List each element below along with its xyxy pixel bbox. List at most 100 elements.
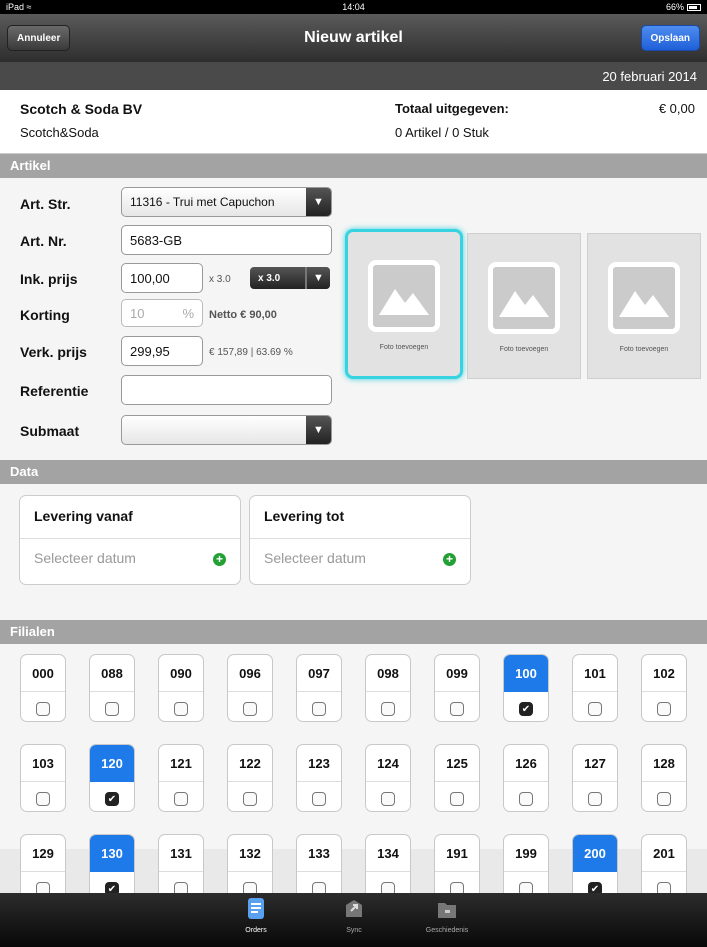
branch-tile[interactable]: 130 ✔ (89, 834, 135, 902)
battery-indicator: 66% (666, 2, 701, 12)
branch-checkbox[interactable] (450, 702, 464, 716)
branch-tile[interactable]: 199 (503, 834, 549, 902)
referentie-label: Referentie (20, 383, 89, 399)
chevron-down-icon: ▼ (306, 416, 331, 444)
branch-code: 132 (228, 835, 272, 872)
branch-checkbox[interactable] (381, 702, 395, 716)
add-photo-button[interactable]: Foto toevoegen (587, 233, 701, 379)
branch-tile[interactable]: 129 (20, 834, 66, 902)
branch-tile[interactable]: 122 (227, 744, 273, 812)
branch-code: 097 (297, 655, 341, 692)
save-button[interactable]: Opslaan (640, 25, 700, 51)
branch-checkbox[interactable] (588, 702, 602, 716)
tab-orders[interactable]: Orders (221, 897, 291, 934)
branch-checkbox[interactable] (174, 792, 188, 806)
branch-tile[interactable]: 098 (365, 654, 411, 722)
branch-code: 102 (642, 655, 686, 692)
branch-tile[interactable]: 200 ✔ (572, 834, 618, 902)
tab-geschiedenis[interactable]: Geschiedenis (412, 897, 482, 934)
branch-checkbox[interactable] (312, 792, 326, 806)
branch-tile[interactable]: 100 ✔ (503, 654, 549, 722)
branch-tile[interactable]: 201 (641, 834, 687, 902)
branch-checkbox[interactable] (657, 792, 671, 806)
branch-code: 122 (228, 745, 272, 782)
total-label: Totaal uitgegeven: (395, 101, 509, 116)
branch-tile[interactable]: 121 (158, 744, 204, 812)
order-header: Scotch & Soda BV Scotch&Soda Totaal uitg… (0, 90, 707, 154)
branch-code: 098 (366, 655, 410, 692)
branch-tile[interactable]: 124 (365, 744, 411, 812)
brand-name: Scotch&Soda (20, 125, 99, 140)
branch-checkbox[interactable] (519, 792, 533, 806)
submaat-select[interactable]: ▼ (121, 415, 332, 445)
delivery-from-value[interactable]: Selecteer datum + (20, 539, 240, 566)
branch-checkbox[interactable] (105, 702, 119, 716)
sync-icon (346, 900, 362, 917)
verk-prijs-field[interactable]: 299,95 (121, 336, 203, 366)
branch-tile[interactable]: 134 (365, 834, 411, 902)
branch-checkbox[interactable] (174, 702, 188, 716)
branch-checkbox[interactable] (381, 792, 395, 806)
delivery-to-value[interactable]: Selecteer datum + (250, 539, 470, 566)
branch-code: 000 (21, 655, 65, 692)
page-title: Nieuw artikel (304, 29, 403, 46)
branch-checkbox[interactable] (243, 792, 257, 806)
branch-checkbox[interactable] (312, 702, 326, 716)
art-nr-label: Art. Nr. (20, 233, 67, 249)
branch-grid: 000 088 090 096 097 098 099 100 ✔ 101 102 103 120 ✔ 12… (0, 644, 707, 902)
cancel-button[interactable]: Annuleer (7, 25, 71, 51)
branch-code: 127 (573, 745, 617, 782)
art-str-label: Art. Str. (20, 196, 71, 212)
multiplier-select[interactable]: x 3.0 ▼ (250, 267, 330, 289)
korting-field[interactable]: 10% (121, 299, 203, 327)
margin-info: € 157,89 | 63.69 % (209, 347, 293, 358)
branch-tile[interactable]: 101 (572, 654, 618, 722)
art-nr-field[interactable]: 5683-GB (121, 225, 332, 255)
branch-tile[interactable]: 097 (296, 654, 342, 722)
branch-code: 121 (159, 745, 203, 782)
branch-tile[interactable]: 131 (158, 834, 204, 902)
branch-code: 090 (159, 655, 203, 692)
art-str-select[interactable]: 11316 - Trui met Capuchon ▼ (121, 187, 332, 217)
branch-checkbox[interactable] (243, 702, 257, 716)
branch-tile[interactable]: 126 (503, 744, 549, 812)
add-icon[interactable]: + (443, 553, 456, 566)
branch-tile[interactable]: 123 (296, 744, 342, 812)
branch-checkbox[interactable] (36, 792, 50, 806)
tab-sync[interactable]: Sync (319, 897, 389, 934)
branch-tile[interactable]: 103 (20, 744, 66, 812)
item-count: 0 Artikel / 0 Stuk (395, 125, 489, 140)
add-photo-button[interactable]: Foto toevoegen (345, 229, 463, 379)
branch-tile[interactable]: 088 (89, 654, 135, 722)
branch-code: 201 (642, 835, 686, 872)
branch-tile[interactable]: 125 (434, 744, 480, 812)
branch-tile[interactable]: 127 (572, 744, 618, 812)
branch-checkbox[interactable] (588, 792, 602, 806)
branch-tile[interactable]: 000 (20, 654, 66, 722)
add-photo-button[interactable]: Foto toevoegen (467, 233, 581, 379)
branch-tile[interactable]: 120 ✔ (89, 744, 135, 812)
branch-checkbox[interactable] (657, 702, 671, 716)
referentie-field[interactable] (121, 375, 332, 405)
delivery-to-card[interactable]: Levering tot Selecteer datum + (249, 495, 471, 585)
branch-tile[interactable]: 090 (158, 654, 204, 722)
branch-checkbox[interactable]: ✔ (519, 702, 533, 716)
branch-checkbox[interactable] (450, 792, 464, 806)
image-placeholder-icon (488, 262, 560, 334)
branch-tile[interactable]: 096 (227, 654, 273, 722)
branch-tile[interactable]: 128 (641, 744, 687, 812)
branch-tile[interactable]: 099 (434, 654, 480, 722)
branch-checkbox[interactable]: ✔ (105, 792, 119, 806)
add-icon[interactable]: + (213, 553, 226, 566)
ink-prijs-field[interactable]: 100,00 (121, 263, 203, 293)
branch-tile[interactable]: 132 (227, 834, 273, 902)
battery-icon (687, 4, 701, 12)
branch-code: 124 (366, 745, 410, 782)
delivery-from-card[interactable]: Levering vanaf Selecteer datum + (19, 495, 241, 585)
branch-checkbox[interactable] (36, 702, 50, 716)
branch-tile[interactable]: 133 (296, 834, 342, 902)
branch-code: 129 (21, 835, 65, 872)
branch-tile[interactable]: 102 (641, 654, 687, 722)
branch-tile[interactable]: 191 (434, 834, 480, 902)
total-value: € 0,00 (658, 101, 695, 116)
